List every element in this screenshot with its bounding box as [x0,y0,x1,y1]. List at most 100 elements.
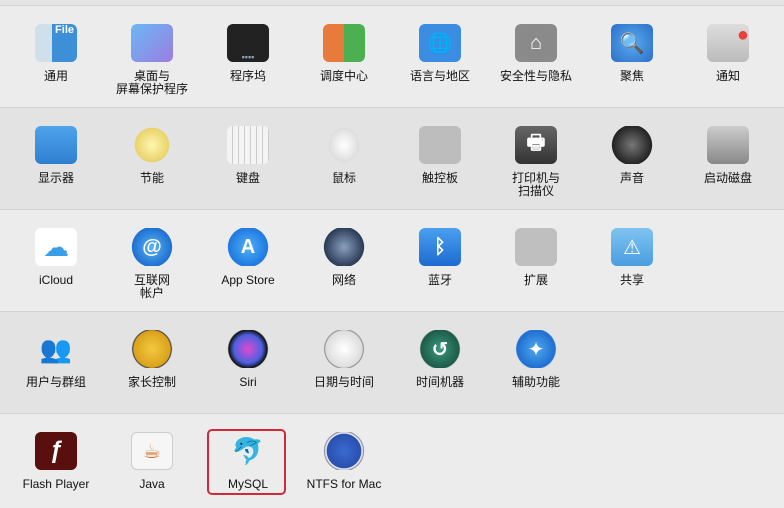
pane-language-region[interactable]: 🌐 语言与地区 [392,6,488,107]
trackpad-icon [419,126,461,164]
pane-label: 互联网 帐户 [133,273,170,300]
pane-printer-scanner[interactable]: 🖶 打印机与 扫描仪 [488,108,584,209]
pane-label: 桌面与 屏幕保护程序 [115,69,188,96]
mouse-icon [323,126,365,164]
flash-player-icon: ƒ [35,432,77,470]
pane-date-time[interactable]: 日期与时间 [296,312,392,413]
pane-ntfs-for-mac[interactable]: NTFS for Mac [296,414,392,508]
pane-label: 用户与群组 [25,375,86,389]
app-store-icon: A [227,228,269,266]
keyboard-icon [227,126,269,164]
pane-label: 安全性与隐私 [499,69,572,83]
ntfs-for-mac-icon [323,432,365,470]
pane-label: 键盘 [235,171,260,185]
pane-energy-saver[interactable]: 节能 [104,108,200,209]
pane-label: 辅助功能 [511,375,560,389]
pane-label: MySQL [227,477,268,491]
pane-label: 聚焦 [619,69,644,83]
pane-parental-controls[interactable]: 家长控制 [104,312,200,413]
desktop-screensaver-icon [131,24,173,62]
pane-label: 时间机器 [415,375,464,389]
pane-notifications[interactable]: ● 通知 [680,6,776,107]
pane-label: 日期与时间 [313,375,374,389]
pane-extensions[interactable]: 扩展 [488,210,584,311]
printer-scanner-icon: 🖶 [515,126,557,164]
pane-label: 扩展 [523,273,548,287]
pane-icloud[interactable]: ☁ iCloud [8,210,104,311]
general-icon: File [35,24,77,62]
pane-label: 打印机与 扫描仪 [511,171,560,198]
sharing-icon: ⚠ [611,228,653,266]
energy-saver-icon [131,126,173,164]
pane-sound[interactable]: 声音 [584,108,680,209]
pane-accessibility[interactable]: ✦ 辅助功能 [488,312,584,413]
pane-label: 蓝牙 [427,273,452,287]
pane-app-store[interactable]: A App Store [200,210,296,311]
pane-label: 通知 [715,69,740,83]
pane-label: Siri [239,375,257,389]
pane-mouse[interactable]: 鼠标 [296,108,392,209]
mysql-dolphin-icon: 🐬 [231,435,265,466]
pane-security-privacy[interactable]: ⌂ 安全性与隐私 [488,6,584,107]
pane-label: iCloud [38,273,74,287]
pane-label: App Store [221,273,275,287]
pane-label: 家长控制 [127,375,176,389]
pane-java[interactable]: ☕ Java [104,414,200,508]
date-time-icon [323,330,365,368]
displays-icon [35,126,77,164]
siri-icon [227,330,269,368]
pane-row: 显示器 节能 键盘 鼠标 触控板 🖶 打印机与 扫描仪 声音 启动磁盘 [0,108,784,210]
pane-label: 共享 [619,273,644,287]
pane-label: 声音 [619,171,644,185]
pane-sharing[interactable]: ⚠ 共享 [584,210,680,311]
pane-row: 👥 用户与群组 家长控制 Siri 日期与时间 ↺ 时间机器 ✦ 辅助功能 [0,312,784,414]
pane-label: 语言与地区 [409,69,470,83]
pane-label: 节能 [139,171,164,185]
time-machine-icon: ↺ [419,330,461,368]
network-icon [323,228,365,266]
pane-label: 触控板 [421,171,458,185]
bluetooth-icon: ᛒ [419,228,461,266]
sound-icon [611,126,653,164]
pane-internet-accounts[interactable]: @ 互联网 帐户 [104,210,200,311]
pane-label: NTFS for Mac [306,477,382,491]
pane-label: Java [139,477,165,491]
pane-label: 程序坞 [229,69,266,83]
pane-spotlight[interactable]: 🔍 聚焦 [584,6,680,107]
pane-flash-player[interactable]: ƒ Flash Player [8,414,104,508]
pane-dock[interactable]: ▪▪▪▪ 程序坞 [200,6,296,107]
pane-label: 显示器 [37,171,74,185]
pane-siri[interactable]: Siri [200,312,296,413]
pane-row: ☁ iCloud @ 互联网 帐户 A App Store 网络 ᛒ 蓝牙 扩展 ⚠ 共享 [0,210,784,312]
icloud-icon: ☁ [35,228,77,266]
pane-label: 启动磁盘 [703,171,752,185]
pane-time-machine[interactable]: ↺ 时间机器 [392,312,488,413]
pane-mission-control[interactable]: 调度中心 [296,6,392,107]
pane-general[interactable]: File 通用 [8,6,104,107]
pane-desktop-screensaver[interactable]: 桌面与 屏幕保护程序 [104,6,200,107]
pane-startup-disk[interactable]: 启动磁盘 [680,108,776,209]
accessibility-icon: ✦ [515,330,557,368]
pane-trackpad[interactable]: 触控板 [392,108,488,209]
pane-mysql-dolphin[interactable]: 🐬 MySQL [200,414,296,508]
pane-displays[interactable]: 显示器 [8,108,104,209]
internet-accounts-icon: @ [131,228,173,266]
dock-icon: ▪▪▪▪ [227,24,269,62]
pane-row: File 通用 桌面与 屏幕保护程序 ▪▪▪▪ 程序坞 调度中心 🌐 语言与地区 ⌂ 安全性与隐私… [0,6,784,108]
spotlight-icon: 🔍 [611,24,653,62]
pane-row: ƒ Flash Player ☕ Java 🐬 MySQL NTFS for Mac [0,414,784,508]
pane-label: 通用 [43,69,68,83]
preference-panes-grid: File 通用 桌面与 屏幕保护程序 ▪▪▪▪ 程序坞 调度中心 🌐 语言与地区 ⌂ 安全性与隐私… [0,6,784,508]
pane-bluetooth[interactable]: ᛒ 蓝牙 [392,210,488,311]
pane-keyboard[interactable]: 键盘 [200,108,296,209]
extensions-icon [515,228,557,266]
pane-network[interactable]: 网络 [296,210,392,311]
pane-users-groups[interactable]: 👥 用户与群组 [8,312,104,413]
notifications-icon: ● [707,24,749,62]
parental-controls-icon [131,330,173,368]
security-privacy-icon: ⌂ [515,24,557,62]
pane-label: 调度中心 [319,69,368,83]
pane-label: Flash Player [22,477,90,491]
pane-label: 鼠标 [331,171,356,185]
mission-control-icon [323,24,365,62]
